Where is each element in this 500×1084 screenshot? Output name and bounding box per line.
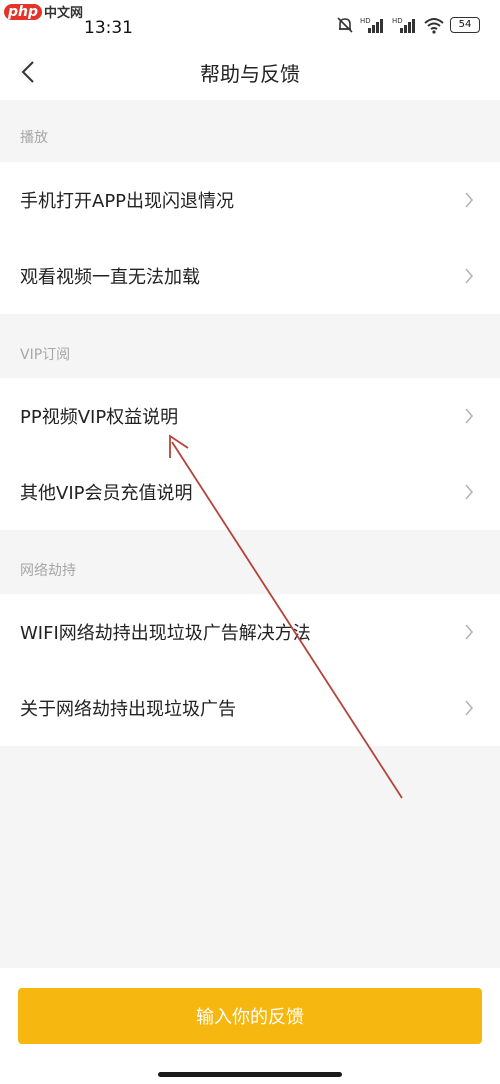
- signal-hd-icon-1: HD: [360, 17, 383, 33]
- page-title: 帮助与反馈: [200, 62, 300, 86]
- watermark-logo: php: [4, 3, 43, 20]
- watermark-text: 中文网: [44, 6, 84, 21]
- signal-hd-icon-2: HD: [392, 17, 415, 33]
- status-icons: HD HD 54: [336, 16, 480, 34]
- mute-bell-icon: [337, 17, 353, 33]
- feedback-button[interactable]: 输入你的反馈: [18, 988, 482, 1044]
- footer: 输入你的反馈: [0, 968, 500, 1084]
- list-item-label: 关于网络劫持出现垃圾广告: [20, 699, 236, 720]
- list-item-label: 手机打开APP出现闪退情况: [20, 191, 235, 212]
- list-item-label: 观看视频一直无法加载: [20, 267, 200, 288]
- wifi-icon: [424, 18, 444, 34]
- chevron-right-icon: [465, 408, 474, 424]
- battery-icon: 54: [450, 17, 480, 33]
- section-header-network-hijack: 网络劫持: [0, 530, 500, 594]
- chevron-right-icon: [465, 624, 474, 640]
- list-item-vip-benefits[interactable]: PP视频VIP权益说明: [0, 378, 500, 454]
- status-time: 13:31: [84, 18, 133, 38]
- chevron-right-icon: [465, 192, 474, 208]
- section-header-vip: VIP订阅: [0, 314, 500, 378]
- list-item-about-hijack-ads[interactable]: 关于网络劫持出现垃圾广告: [0, 670, 500, 746]
- chevron-right-icon: [465, 700, 474, 716]
- list-item-label: 其他VIP会员充值说明: [20, 483, 193, 504]
- list-item-wifi-hijack-fix[interactable]: WIFI网络劫持出现垃圾广告解决方法: [0, 594, 500, 670]
- status-bar: php 中文网 13:31 HD HD 54: [0, 0, 500, 44]
- svg-text:HD: HD: [392, 17, 403, 25]
- chevron-right-icon: [465, 484, 474, 500]
- list-item-other-vip-recharge[interactable]: 其他VIP会员充值说明: [0, 454, 500, 530]
- section-header-playback: 播放: [0, 100, 500, 162]
- chevron-right-icon: [465, 268, 474, 284]
- watermark: php 中文网: [4, 2, 83, 21]
- nav-bar: 帮助与反馈: [0, 44, 500, 100]
- list-item-app-crash[interactable]: 手机打开APP出现闪退情况: [0, 162, 500, 238]
- home-indicator[interactable]: [158, 1072, 342, 1077]
- list-item-label: WIFI网络劫持出现垃圾广告解决方法: [20, 623, 311, 644]
- list-item-video-not-loading[interactable]: 观看视频一直无法加载: [0, 238, 500, 314]
- list-item-label: PP视频VIP权益说明: [20, 407, 179, 428]
- svg-text:HD: HD: [360, 17, 371, 25]
